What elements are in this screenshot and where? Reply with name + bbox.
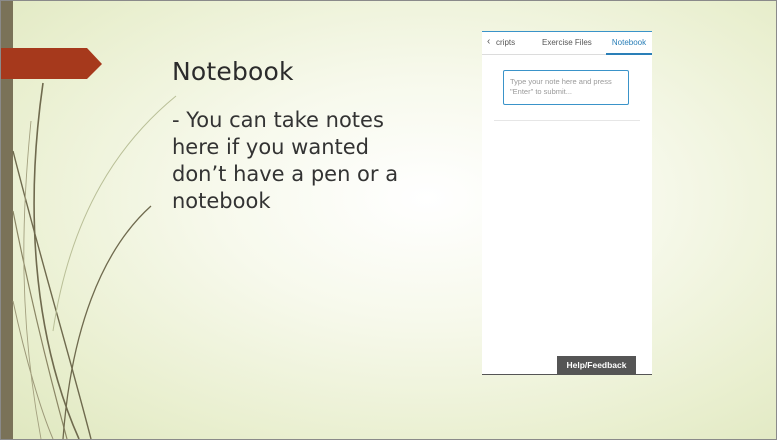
tab-exercise-files[interactable]: Exercise Files bbox=[542, 38, 592, 47]
panel-tab-bar: ‹ cripts Exercise Files Notebook bbox=[482, 32, 652, 55]
note-input[interactable] bbox=[503, 70, 629, 105]
tab-transcripts[interactable]: cripts bbox=[496, 38, 515, 47]
slide: Notebook - You can take notes here if yo… bbox=[0, 0, 777, 440]
decor-stem bbox=[33, 82, 80, 439]
slide-title: Notebook bbox=[172, 57, 294, 86]
decor-stem bbox=[12, 300, 54, 439]
decor-stem bbox=[52, 95, 177, 332]
chevron-left-icon[interactable]: ‹ bbox=[487, 36, 490, 47]
help-feedback-button[interactable]: Help/Feedback bbox=[557, 356, 636, 374]
tab-notebook[interactable]: Notebook bbox=[606, 32, 652, 55]
slide-body-text: - You can take notes here if you wanted … bbox=[172, 108, 399, 213]
notebook-panel-screenshot: ‹ cripts Exercise Files Notebook Help/Fe… bbox=[482, 31, 652, 375]
title-arrow-banner bbox=[1, 48, 102, 79]
panel-divider bbox=[494, 120, 640, 121]
decorative-curves bbox=[1, 48, 177, 439]
decor-stem bbox=[62, 205, 152, 439]
